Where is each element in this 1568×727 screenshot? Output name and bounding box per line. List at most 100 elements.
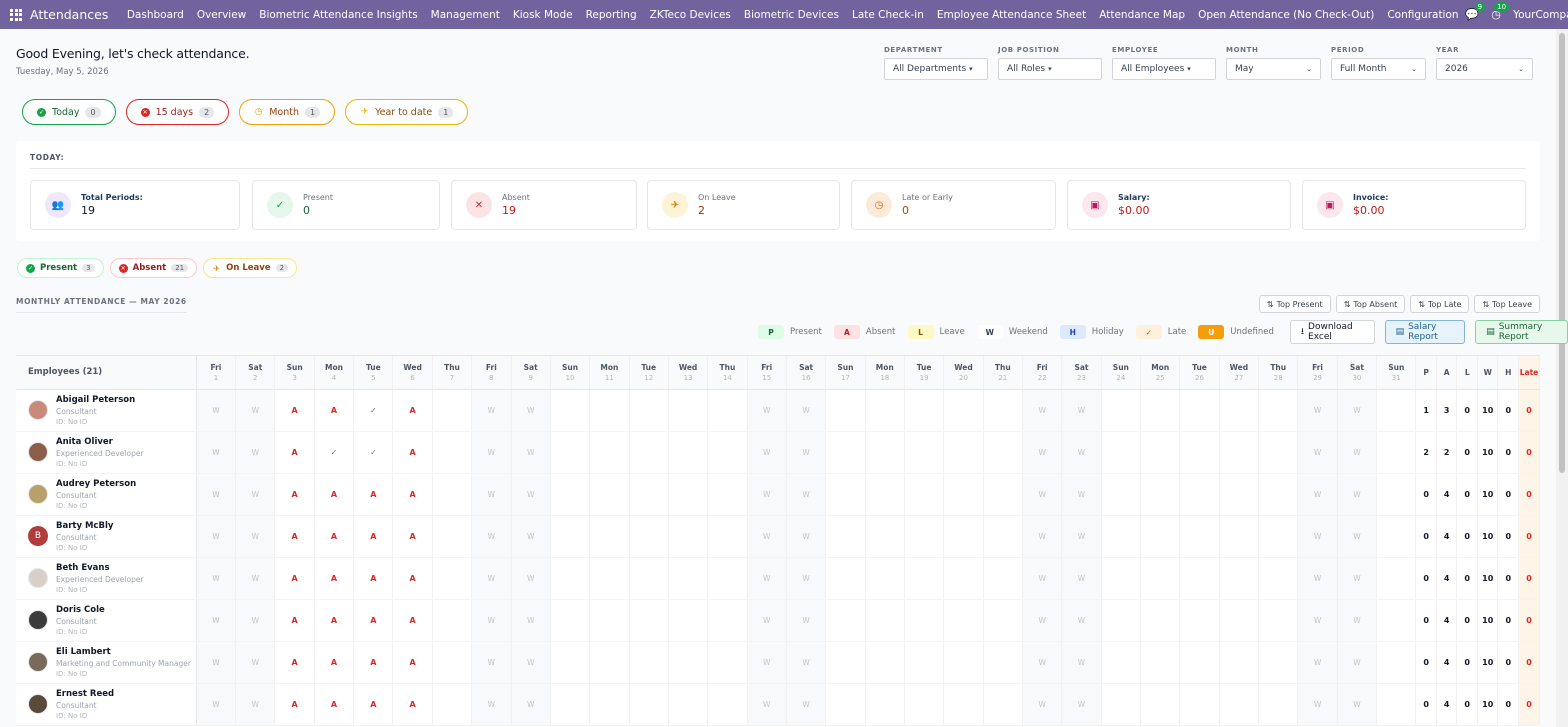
- day-cell[interactable]: [904, 599, 945, 642]
- day-cell[interactable]: W: [747, 431, 787, 474]
- activity-clock-icon[interactable]: ◷ 10: [1489, 1, 1510, 22]
- day-cell[interactable]: W: [511, 431, 551, 474]
- day-cell[interactable]: [983, 389, 1023, 432]
- day-cell[interactable]: [589, 683, 630, 726]
- day-cell[interactable]: [668, 641, 709, 684]
- nav-biometric-attendance-insights[interactable]: Biometric Attendance Insights: [253, 9, 424, 21]
- day-cell[interactable]: [432, 389, 473, 432]
- day-cell[interactable]: A: [392, 473, 433, 516]
- day-cell[interactable]: W: [1297, 431, 1338, 474]
- day-cell[interactable]: W: [1061, 389, 1102, 432]
- day-cell[interactable]: W: [747, 683, 787, 726]
- day-cell[interactable]: [1258, 683, 1299, 726]
- day-cell[interactable]: [629, 557, 669, 600]
- day-cell[interactable]: [432, 473, 473, 516]
- day-cell[interactable]: [1258, 431, 1299, 474]
- day-cell[interactable]: [1101, 473, 1142, 516]
- day-cell[interactable]: [668, 473, 709, 516]
- day-cell[interactable]: W: [786, 515, 827, 558]
- day-cell[interactable]: W: [786, 557, 827, 600]
- day-cell[interactable]: [1258, 515, 1299, 558]
- sort-top-absent-button[interactable]: ⇅ Top Absent: [1335, 295, 1406, 313]
- day-cell[interactable]: [629, 473, 669, 516]
- sort-top-leave-button[interactable]: ⇅ Top Leave: [1474, 295, 1540, 313]
- day-cell[interactable]: [865, 473, 905, 516]
- day-cell[interactable]: W: [1297, 641, 1338, 684]
- period-pill-month[interactable]: ◷ Month 1: [239, 99, 336, 125]
- day-cell[interactable]: [904, 683, 945, 726]
- day-cell[interactable]: [1179, 683, 1220, 726]
- day-cell[interactable]: [1376, 641, 1417, 684]
- day-cell[interactable]: W: [1061, 641, 1102, 684]
- day-cell[interactable]: W: [471, 557, 512, 600]
- day-cell[interactable]: W: [471, 431, 512, 474]
- day-cell[interactable]: [1140, 473, 1181, 516]
- day-cell[interactable]: W: [786, 431, 827, 474]
- day-cell[interactable]: W: [1022, 515, 1063, 558]
- day-cell[interactable]: W: [747, 557, 787, 600]
- day-cell[interactable]: W: [786, 599, 827, 642]
- nav-zkteco-devices[interactable]: ZKTeco Devices: [643, 9, 737, 21]
- day-cell[interactable]: [1101, 683, 1142, 726]
- apps-menu-icon[interactable]: [10, 8, 22, 21]
- day-cell[interactable]: [1219, 641, 1260, 684]
- day-cell[interactable]: [983, 431, 1023, 474]
- day-cell[interactable]: W: [786, 389, 827, 432]
- day-cell[interactable]: ✓: [353, 389, 394, 432]
- day-cell[interactable]: [865, 431, 905, 474]
- day-cell[interactable]: [1101, 557, 1142, 600]
- filter-year-select[interactable]: 2026 ⌄: [1436, 58, 1533, 80]
- day-cell[interactable]: W: [511, 683, 551, 726]
- day-cell[interactable]: [1101, 515, 1142, 558]
- day-cell[interactable]: [1258, 641, 1299, 684]
- day-cell[interactable]: W: [1061, 431, 1102, 474]
- day-cell[interactable]: ✓: [353, 431, 394, 474]
- day-cell[interactable]: A: [274, 641, 315, 684]
- day-cell[interactable]: W: [1297, 599, 1338, 642]
- day-cell[interactable]: [707, 641, 748, 684]
- day-cell[interactable]: W: [196, 515, 237, 558]
- day-cell[interactable]: W: [196, 599, 237, 642]
- day-cell[interactable]: W: [747, 389, 787, 432]
- day-cell[interactable]: W: [471, 683, 512, 726]
- day-cell[interactable]: [629, 599, 669, 642]
- day-cell[interactable]: W: [196, 473, 237, 516]
- day-cell[interactable]: W: [196, 389, 237, 432]
- day-cell[interactable]: [629, 515, 669, 558]
- day-cell[interactable]: [1101, 389, 1142, 432]
- day-cell[interactable]: [707, 683, 748, 726]
- day-cell[interactable]: W: [1297, 515, 1338, 558]
- day-cell[interactable]: [1219, 431, 1260, 474]
- day-cell[interactable]: [629, 389, 669, 432]
- nav-late-check-in[interactable]: Late Check-in: [845, 9, 930, 21]
- day-cell[interactable]: [432, 557, 473, 600]
- day-cell[interactable]: [865, 599, 905, 642]
- day-cell[interactable]: [943, 515, 984, 558]
- day-cell[interactable]: W: [471, 389, 512, 432]
- download-excel-button[interactable]: ⭳ Download Excel: [1289, 320, 1375, 344]
- day-cell[interactable]: [550, 473, 591, 516]
- day-cell[interactable]: W: [1022, 473, 1063, 516]
- day-cell[interactable]: [432, 431, 473, 474]
- day-cell[interactable]: [550, 557, 591, 600]
- day-cell[interactable]: [1376, 473, 1417, 516]
- day-cell[interactable]: W: [511, 473, 551, 516]
- day-cell[interactable]: W: [1297, 683, 1338, 726]
- day-cell[interactable]: [707, 473, 748, 516]
- day-cell[interactable]: W: [511, 515, 551, 558]
- day-cell[interactable]: W: [1022, 389, 1063, 432]
- day-cell[interactable]: W: [196, 683, 237, 726]
- day-cell[interactable]: [1179, 515, 1220, 558]
- day-cell[interactable]: [983, 557, 1023, 600]
- day-cell[interactable]: A: [392, 683, 433, 726]
- day-cell[interactable]: W: [1061, 557, 1102, 600]
- day-cell[interactable]: [904, 641, 945, 684]
- day-cell[interactable]: W: [1297, 557, 1338, 600]
- day-cell[interactable]: [550, 515, 591, 558]
- employee-cell[interactable]: Anita Oliver Experienced Developer ID: No …: [16, 431, 197, 474]
- day-cell[interactable]: A: [392, 641, 433, 684]
- day-cell[interactable]: W: [1337, 515, 1378, 558]
- day-cell[interactable]: [1179, 599, 1220, 642]
- day-cell[interactable]: [1376, 557, 1417, 600]
- day-cell[interactable]: [983, 515, 1023, 558]
